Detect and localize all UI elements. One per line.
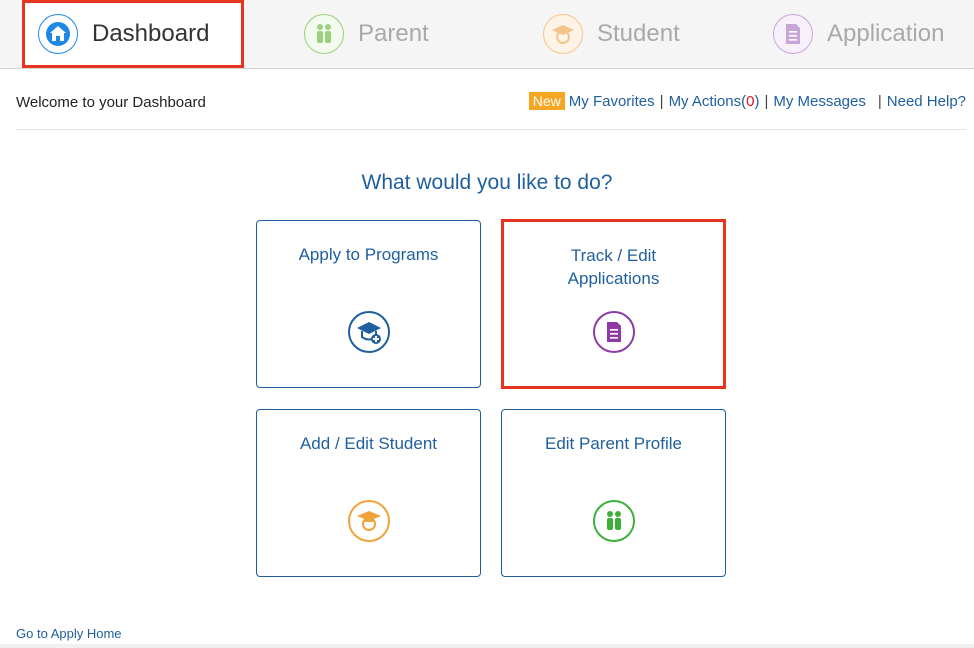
add-edit-student-card[interactable]: Add / Edit Student: [256, 409, 481, 577]
card-title: Track / Edit Applications: [567, 246, 660, 288]
tab-dashboard[interactable]: Dashboard: [22, 0, 244, 68]
student-icon: [543, 14, 583, 54]
page-question: What would you like to do?: [361, 171, 613, 194]
new-badge: New: [528, 92, 565, 110]
my-actions-close: ): [754, 92, 760, 110]
parent-icon: [592, 500, 635, 542]
apply-to-programs-card[interactable]: Apply to Programs: [256, 220, 481, 388]
tab-label: Application: [827, 20, 945, 47]
tab-student[interactable]: Student: [543, 0, 743, 68]
student-icon: [347, 500, 390, 542]
separator: |: [764, 92, 769, 110]
divider: [16, 129, 966, 130]
tab-label: Student: [597, 20, 680, 47]
parent-icon: [304, 14, 344, 54]
welcome-text: Welcome to your Dashboard: [16, 94, 206, 111]
footer-bar: [0, 644, 974, 648]
header-links: New My Favorites | My Actions(0) | My Me…: [528, 92, 966, 110]
card-title: Apply to Programs: [298, 245, 439, 264]
tab-label: Dashboard: [92, 20, 210, 47]
my-actions-label: My Actions(: [668, 92, 747, 110]
go-to-apply-home-link[interactable]: Go to Apply Home: [16, 626, 122, 641]
application-icon: [773, 14, 813, 54]
home-icon: [38, 14, 78, 54]
my-actions-link[interactable]: My Actions(0): [669, 93, 760, 110]
separator: |: [659, 92, 664, 110]
card-title: Edit Parent Profile: [544, 434, 682, 453]
my-messages-link[interactable]: My Messages: [773, 93, 866, 110]
edit-parent-profile-card[interactable]: Edit Parent Profile: [501, 409, 726, 577]
document-icon: [592, 311, 635, 353]
top-tab-bar: Dashboard Parent Student Application: [0, 0, 974, 69]
card-title: Add / Edit Student: [299, 434, 438, 453]
tab-label: Parent: [358, 20, 429, 47]
tab-application[interactable]: Application: [773, 0, 973, 68]
need-help-link[interactable]: Need Help?: [887, 93, 966, 110]
my-favorites-link[interactable]: My Favorites: [569, 93, 655, 110]
tab-parent[interactable]: Parent: [304, 0, 504, 68]
graduation-cap-plus-icon: [347, 311, 390, 353]
separator: |: [877, 92, 882, 110]
track-edit-applications-card[interactable]: Track / Edit Applications: [501, 219, 726, 389]
